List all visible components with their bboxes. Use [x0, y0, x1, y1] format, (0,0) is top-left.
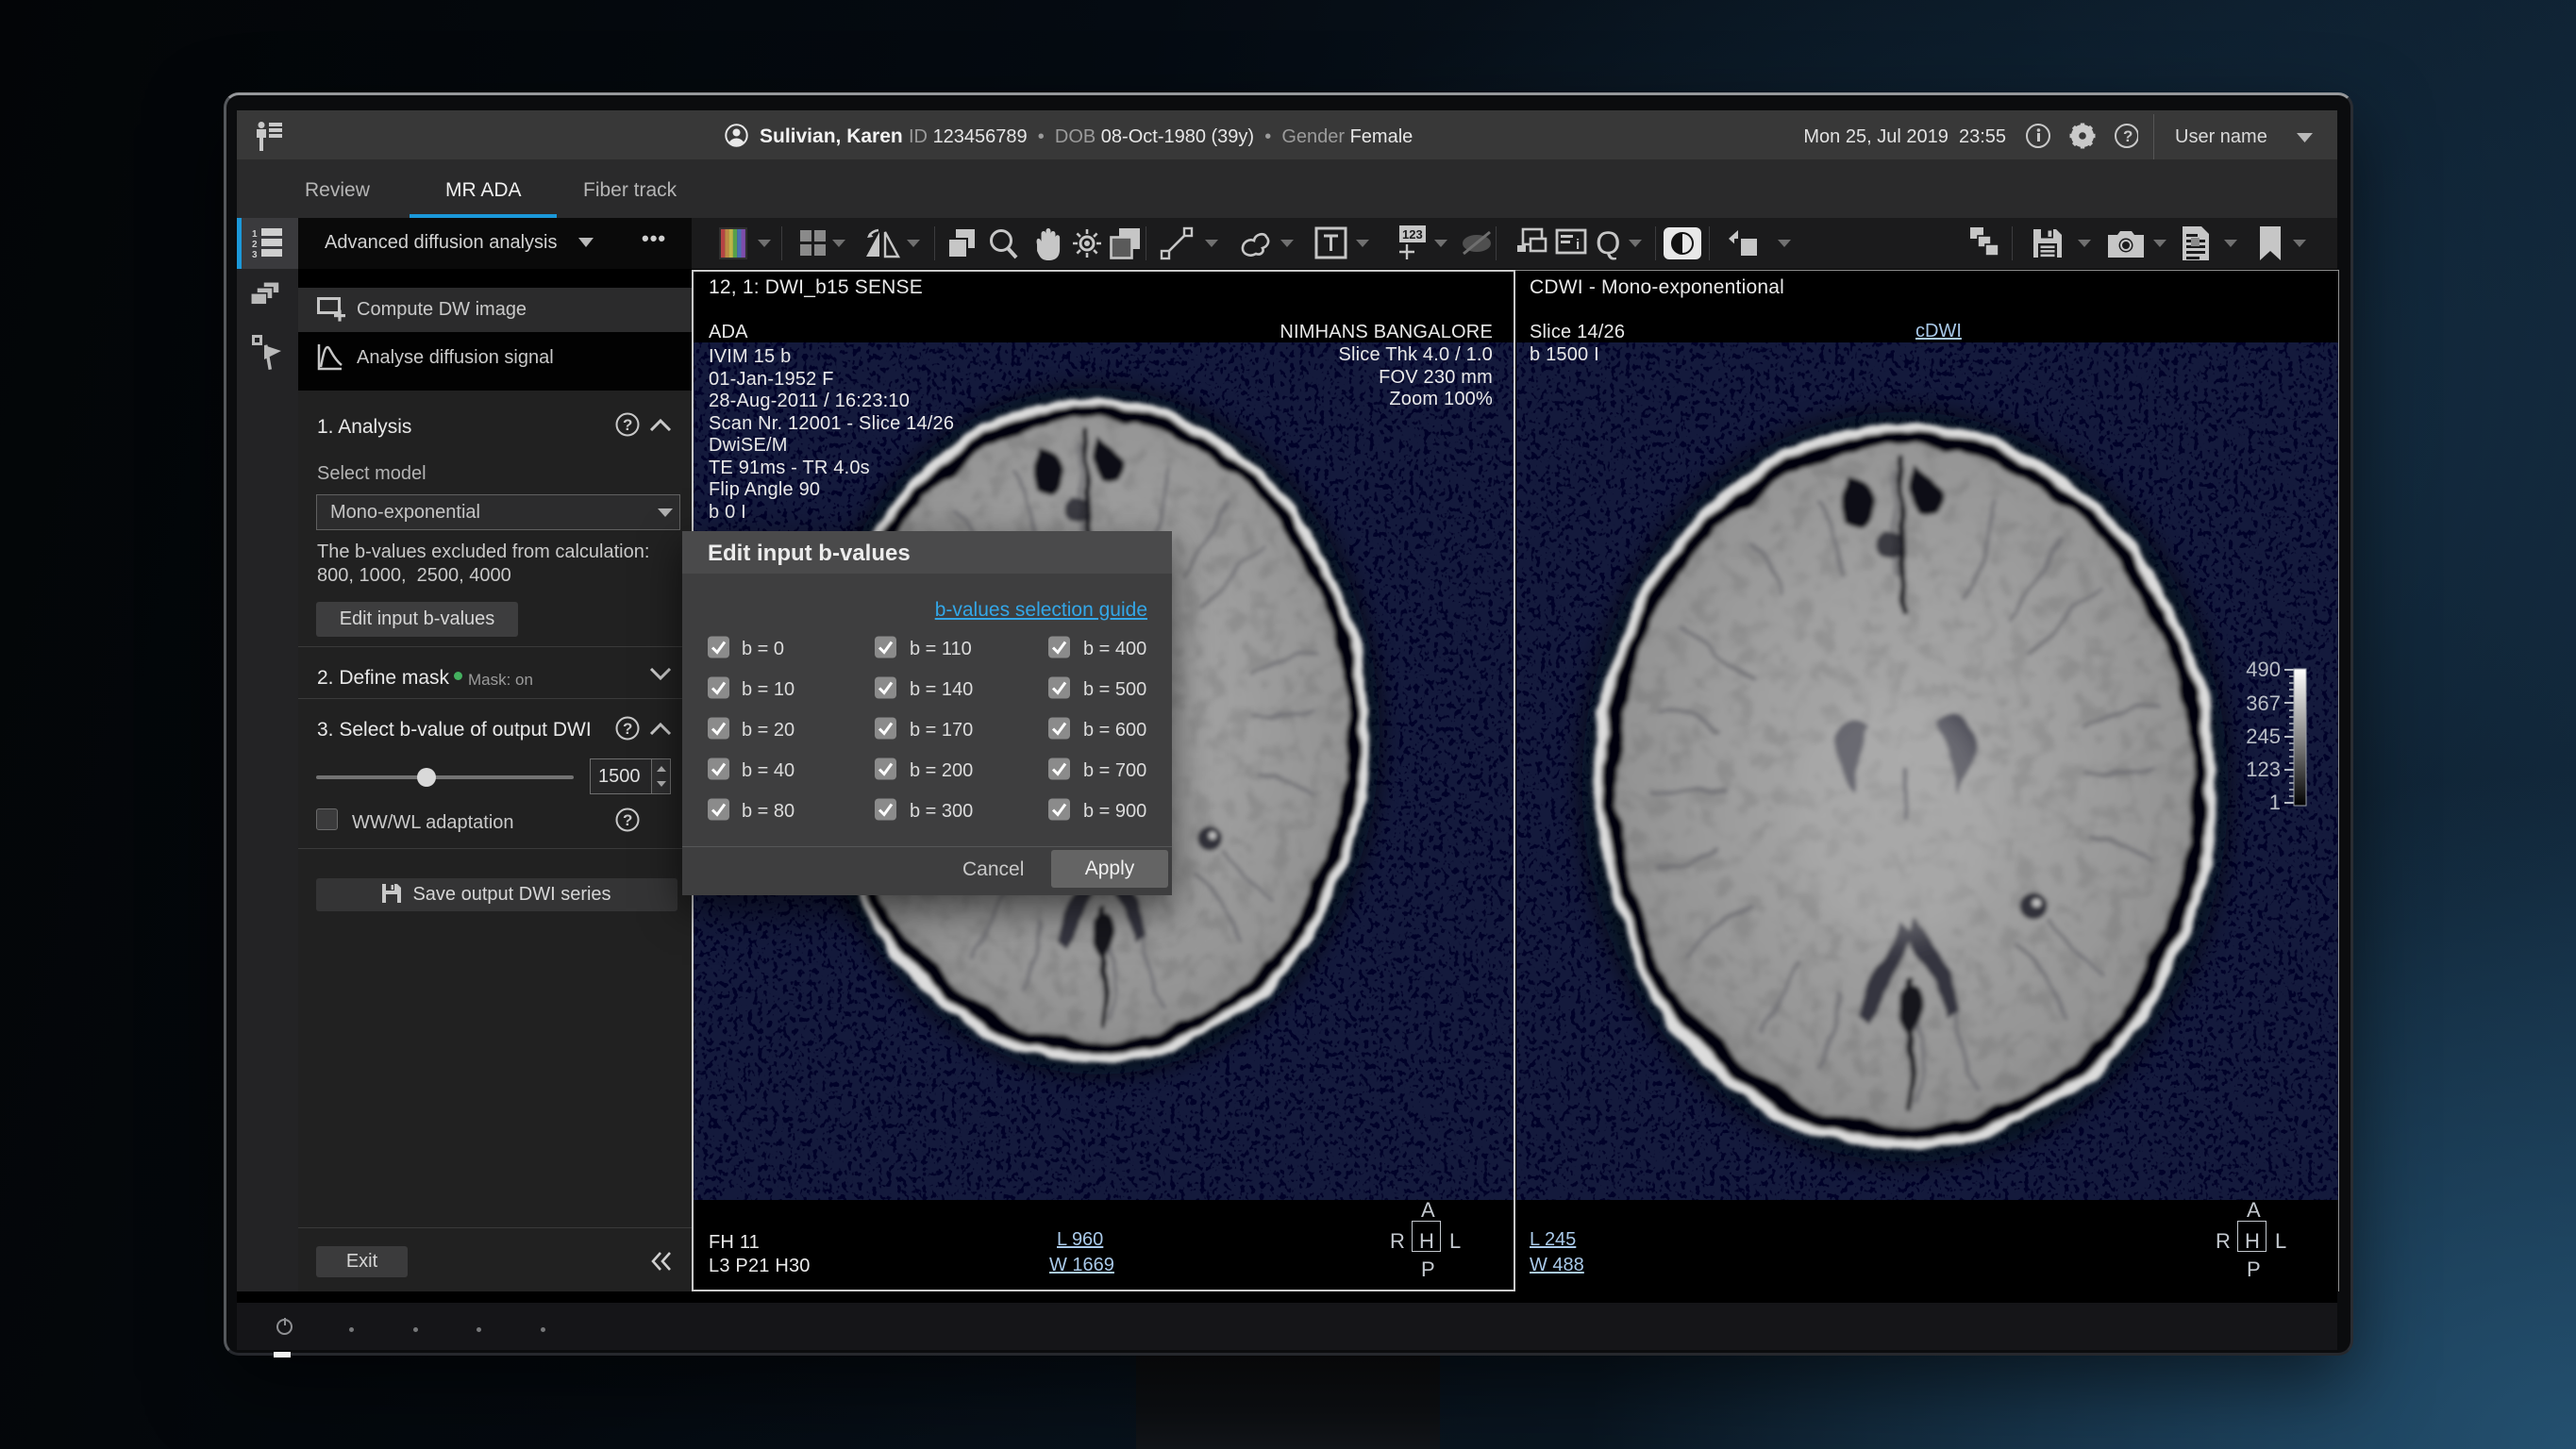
svg-text:i: i — [1576, 237, 1580, 253]
svg-text:1: 1 — [252, 229, 258, 240]
svg-text:367: 367 — [2246, 691, 2281, 715]
svg-text:490: 490 — [2246, 658, 2281, 681]
svg-text:Q: Q — [1596, 225, 1620, 261]
svg-text:123: 123 — [1402, 227, 1423, 242]
svg-text:?: ? — [2123, 127, 2133, 145]
svg-text:?: ? — [623, 720, 632, 738]
svg-text:3: 3 — [252, 250, 258, 258]
svg-text:123: 123 — [2246, 758, 2281, 781]
svg-text:1: 1 — [2269, 791, 2281, 814]
svg-text:?: ? — [623, 416, 632, 434]
svg-text:2: 2 — [252, 240, 258, 250]
svg-text:245: 245 — [2246, 724, 2281, 748]
svg-text:?: ? — [623, 811, 632, 829]
